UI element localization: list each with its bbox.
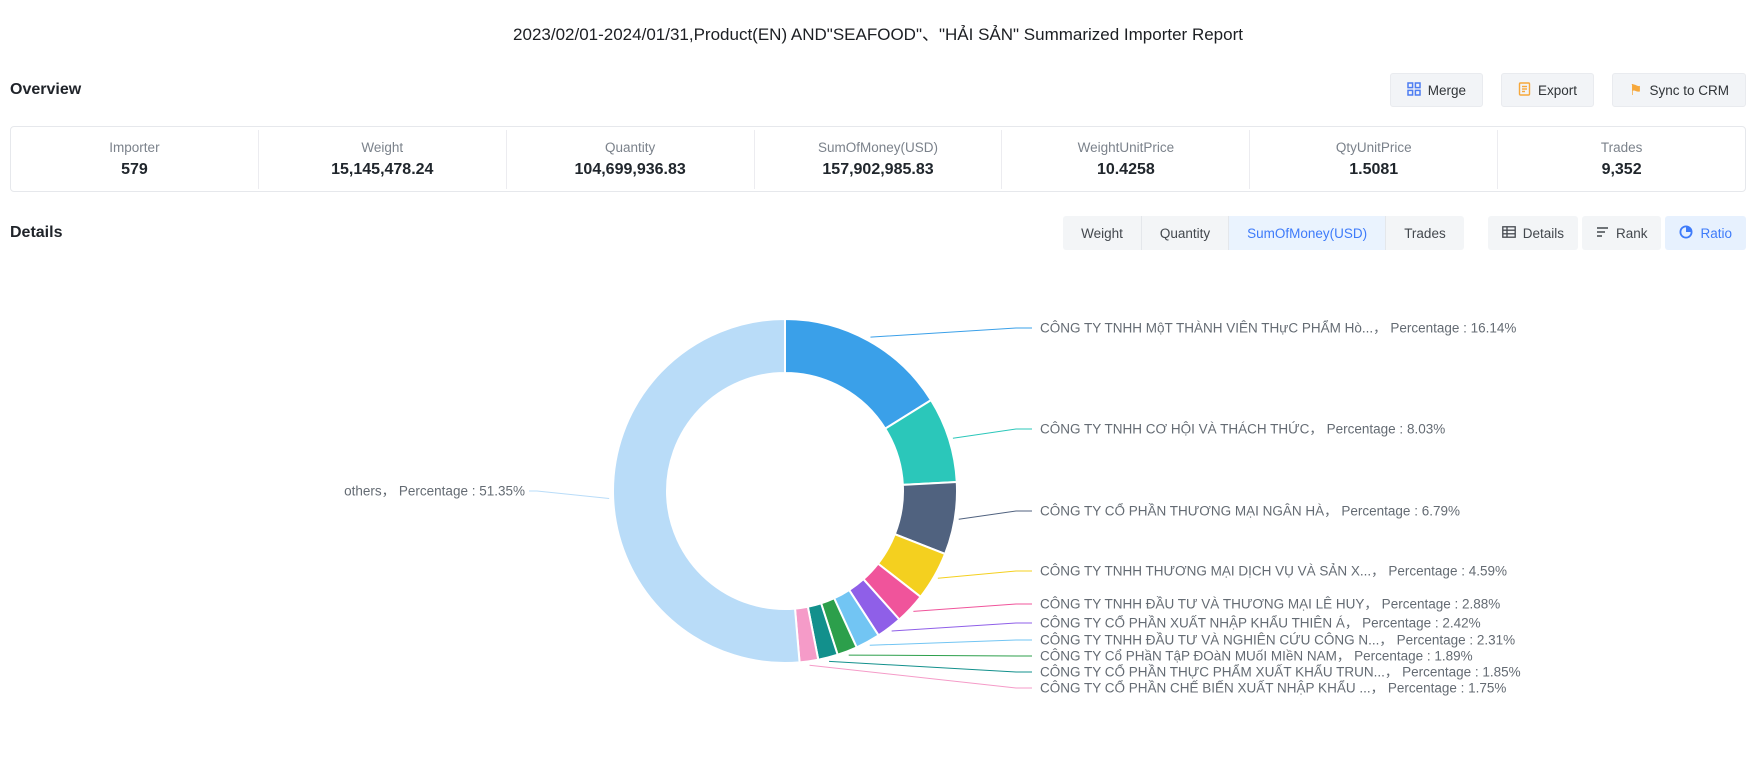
export-file-icon	[1518, 82, 1531, 99]
stat-label: Trades	[1498, 140, 1745, 155]
stat-value: 104,699,936.83	[507, 161, 754, 179]
flag-icon: ⚑	[1629, 83, 1642, 98]
pie-label-0: CÔNG TY TNHH MộT THÀNH VIÊN THựC PHẨM Hò…	[1040, 321, 1516, 336]
label-leader-line-1	[953, 429, 1032, 438]
pie-label-4: CÔNG TY TNHH ĐẦU TƯ VÀ THƯƠNG MẠI LÊ HUY…	[1040, 597, 1500, 612]
merge-grid-icon	[1407, 82, 1421, 99]
overview-heading: Overview	[10, 81, 81, 99]
stat-trades: Trades 9,352	[1498, 130, 1745, 189]
stat-sum-of-money: SumOfMoney(USD) 157,902,985.83	[755, 130, 1003, 189]
pie-label-8: CÔNG TY CỔ PHẦN THỰC PHẨM XUẤT KHẨU TRUN…	[1040, 665, 1521, 680]
importer-ratio-chart: CÔNG TY TNHH MộT THÀNH VIÊN THựC PHẨM Hò…	[0, 271, 1756, 780]
tab-ratio[interactable]: Ratio	[1665, 216, 1746, 250]
pie-slice-10[interactable]	[613, 319, 800, 663]
overview-stats-card: Importer 579 Weight 15,145,478.24 Quanti…	[10, 126, 1746, 192]
sync-to-crm-button-label: Sync to CRM	[1649, 83, 1729, 98]
merge-button[interactable]: Merge	[1390, 73, 1483, 107]
tab-rank-label: Rank	[1616, 226, 1648, 241]
pie-ratio-icon	[1679, 225, 1693, 242]
details-controls: Weight Quantity SumOfMoney(USD) Trades D…	[1063, 216, 1746, 250]
stat-qty-unit-price: QtyUnitPrice 1.5081	[1250, 130, 1498, 189]
tab-quantity[interactable]: Quantity	[1141, 216, 1228, 250]
pie-label-3: CÔNG TY TNHH THƯƠNG MẠI DỊCH VỤ VÀ SẢN X…	[1040, 564, 1507, 579]
stat-value: 9,352	[1498, 161, 1745, 179]
stat-value: 15,145,478.24	[259, 161, 506, 179]
pie-label-10: others， Percentage : 51.35%	[344, 484, 525, 499]
importer-report-page: 2023/02/01-2024/01/31,Product(EN) AND"SE…	[0, 0, 1756, 780]
tab-details-label: Details	[1523, 226, 1564, 241]
tab-sum-of-money[interactable]: SumOfMoney(USD)	[1228, 216, 1385, 250]
label-leader-line-2	[959, 511, 1032, 519]
label-leader-line-0	[870, 328, 1032, 337]
stat-value: 579	[11, 161, 258, 179]
stat-quantity: Quantity 104,699,936.83	[507, 130, 755, 189]
stat-label: Quantity	[507, 140, 754, 155]
donut-chart-svg: CÔNG TY TNHH MộT THÀNH VIÊN THựC PHẨM Hò…	[0, 271, 1756, 780]
sync-to-crm-button[interactable]: ⚑ Sync to CRM	[1612, 73, 1746, 107]
overview-actions: Merge Export ⚑ Sync to CRM	[1390, 73, 1746, 107]
label-leader-line-5	[892, 623, 1032, 631]
tab-trades[interactable]: Trades	[1385, 216, 1464, 250]
stat-weight-unit-price: WeightUnitPrice 10.4258	[1002, 130, 1250, 189]
pie-label-5: CÔNG TY CỔ PHẦN XUẤT NHẬP KHẨU THIÊN Á， …	[1040, 616, 1481, 631]
table-icon	[1502, 226, 1516, 241]
label-leader-line-9	[810, 665, 1032, 688]
pie-label-7: CÔNG TY Cổ PHầN TậP ĐOàN MUốI MIềN NAM， …	[1040, 649, 1473, 664]
details-header: Details Weight Quantity SumOfMoney(USD) …	[10, 216, 1746, 250]
merge-button-label: Merge	[1428, 83, 1466, 98]
label-leader-line-10	[529, 491, 609, 498]
tab-weight[interactable]: Weight	[1063, 216, 1141, 250]
label-leader-line-7	[849, 655, 1032, 656]
stat-label: WeightUnitPrice	[1002, 140, 1249, 155]
stat-label: Importer	[11, 140, 258, 155]
stat-value: 157,902,985.83	[755, 161, 1002, 179]
stat-value: 10.4258	[1002, 161, 1249, 179]
view-tab-group: Details Rank Ratio	[1488, 216, 1746, 250]
rank-icon	[1596, 226, 1609, 241]
stat-label: QtyUnitPrice	[1250, 140, 1497, 155]
stat-importer: Importer 579	[11, 130, 259, 189]
overview-header: Overview Merge Export ⚑ Sync to CRM	[10, 73, 1746, 107]
tab-rank[interactable]: Rank	[1582, 216, 1662, 250]
stat-label: SumOfMoney(USD)	[755, 140, 1002, 155]
label-leader-line-4	[913, 604, 1032, 611]
page-title: 2023/02/01-2024/01/31,Product(EN) AND"SE…	[0, 0, 1756, 45]
tab-ratio-label: Ratio	[1700, 226, 1732, 241]
label-leader-line-3	[938, 571, 1032, 578]
pie-label-6: CÔNG TY TNHH ĐẦU TƯ VÀ NGHIÊN CỨU CÔNG N…	[1040, 633, 1515, 648]
pie-label-9: CÔNG TY CỔ PHẦN CHẾ BIẾN XUẤT NHẬP KHẨU …	[1040, 681, 1506, 696]
export-button[interactable]: Export	[1501, 73, 1594, 107]
pie-slice-0[interactable]	[785, 319, 931, 429]
export-button-label: Export	[1538, 83, 1577, 98]
pie-label-2: CÔNG TY CỔ PHẦN THƯƠNG MẠI NGÂN HÀ， Perc…	[1040, 504, 1460, 519]
stat-weight: Weight 15,145,478.24	[259, 130, 507, 189]
metric-tab-group: Weight Quantity SumOfMoney(USD) Trades	[1063, 216, 1464, 250]
stat-value: 1.5081	[1250, 161, 1497, 179]
label-leader-line-6	[870, 640, 1032, 645]
stat-label: Weight	[259, 140, 506, 155]
details-heading: Details	[10, 224, 62, 242]
pie-label-1: CÔNG TY TNHH CƠ HỘI VÀ THÁCH THỨC， Perce…	[1040, 422, 1445, 437]
tab-details[interactable]: Details	[1488, 216, 1578, 250]
